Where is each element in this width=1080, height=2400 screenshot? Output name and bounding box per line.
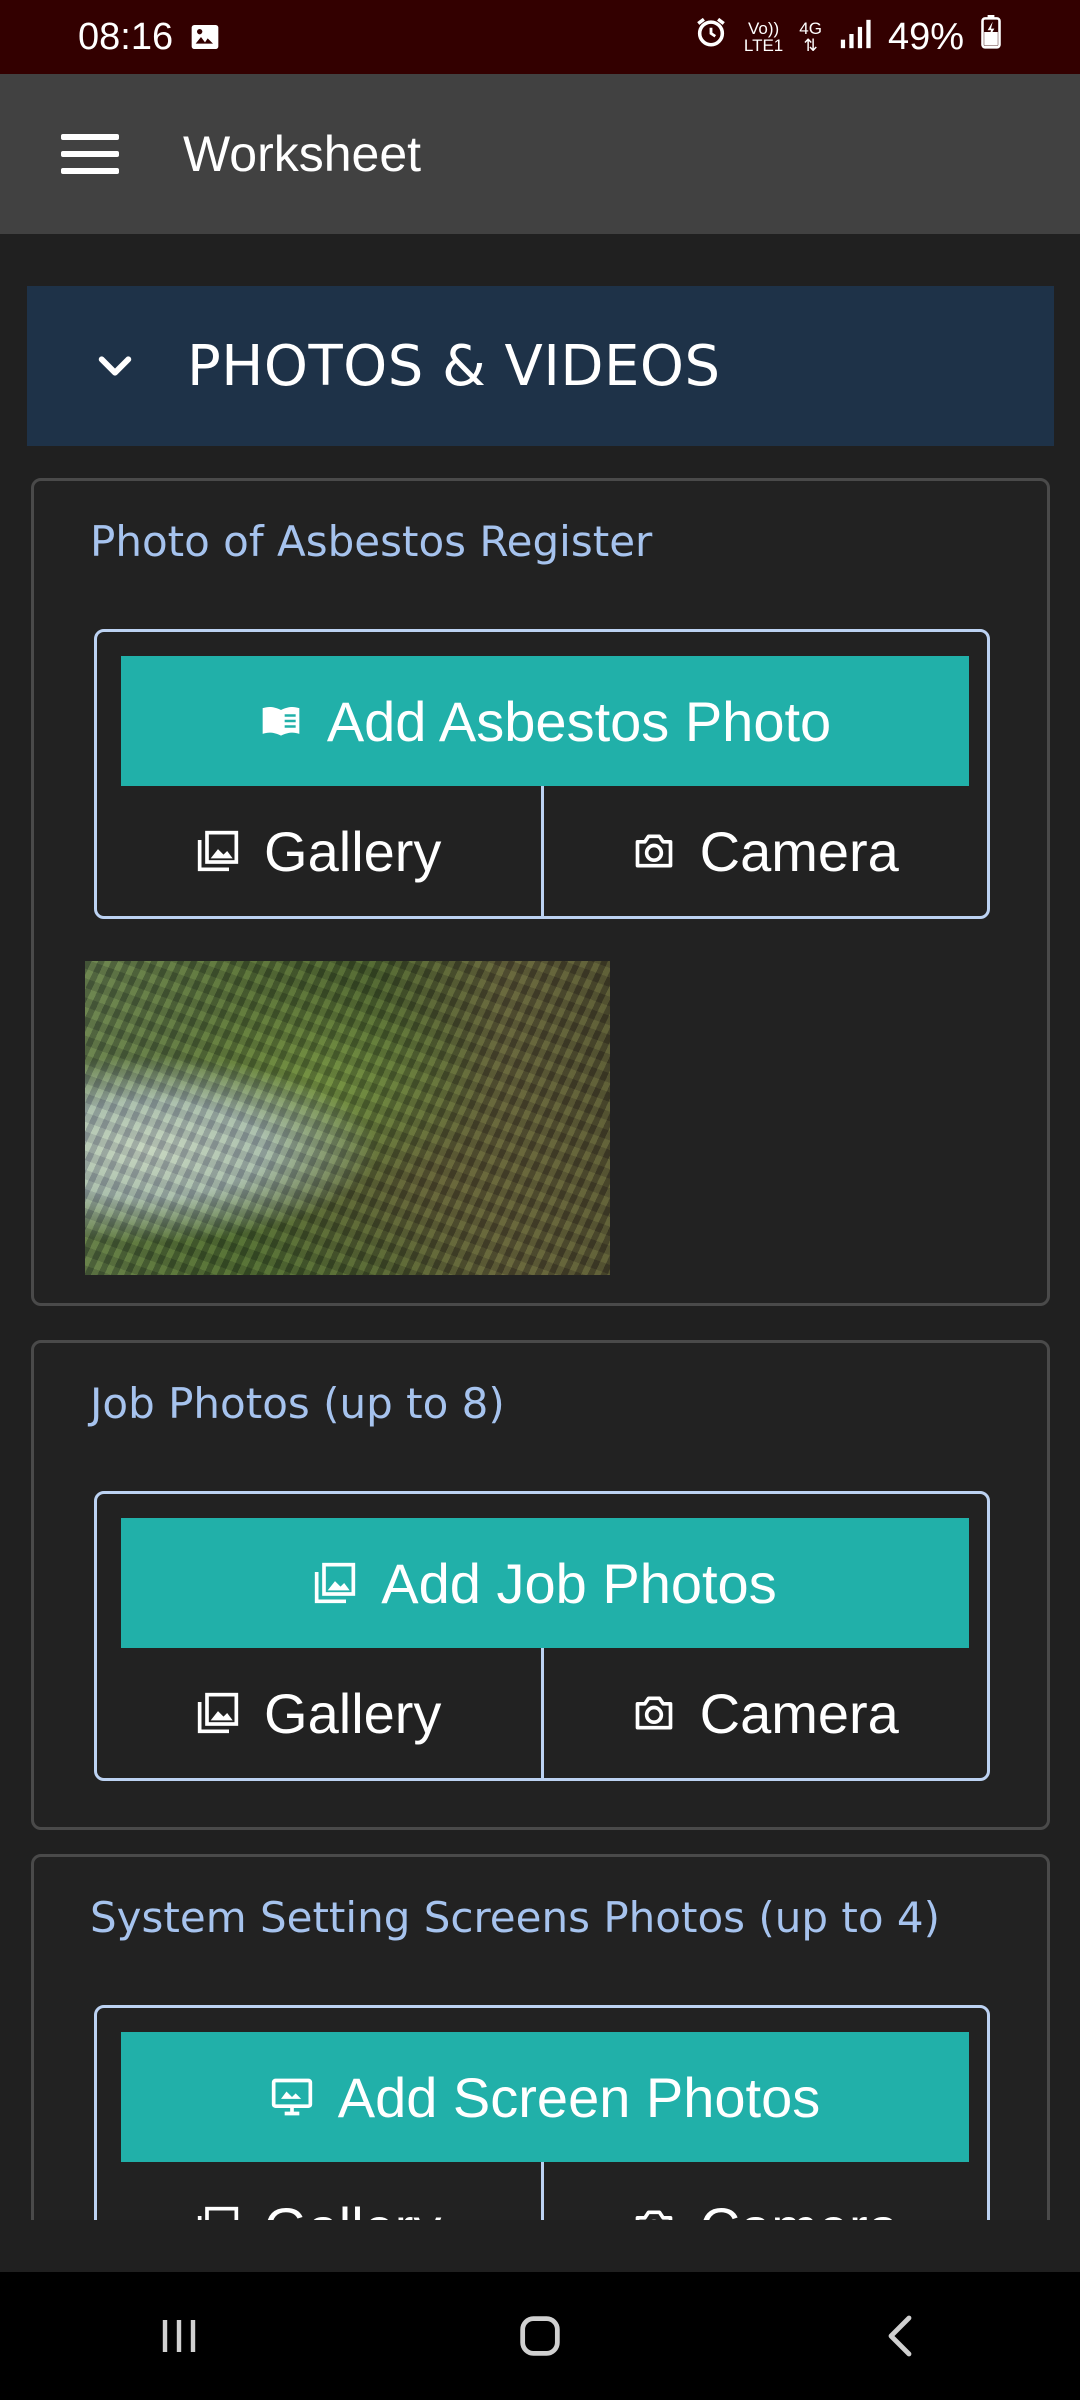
- source-row: Gallery Camera: [97, 786, 987, 916]
- back-icon[interactable]: [877, 2312, 925, 2360]
- source-row: Gallery Camera: [97, 2162, 987, 2220]
- signal-icon: [838, 16, 872, 59]
- camera-button[interactable]: Camera: [540, 2162, 988, 2221]
- camera-label: Camera: [700, 2195, 899, 2221]
- camera-icon: [632, 2205, 676, 2220]
- add-job-photos-button[interactable]: Add Job Photos: [121, 1518, 969, 1648]
- add-screen-photos-button[interactable]: Add Screen Photos: [121, 2032, 969, 2162]
- camera-button[interactable]: Camera: [540, 1648, 988, 1778]
- gallery-label: Gallery: [264, 2195, 441, 2221]
- photo-button-group: Add Job Photos Gallery Camera: [94, 1491, 990, 1781]
- images-icon: [313, 1561, 357, 1605]
- chevron-down-icon: [95, 346, 135, 386]
- status-time: 08:16: [78, 15, 174, 58]
- asbestos-photo-thumbnail[interactable]: [85, 961, 610, 1275]
- add-job-photos-label: Add Job Photos: [381, 1551, 777, 1615]
- card-title: Photo of Asbestos Register: [90, 517, 653, 566]
- section-header-photos-videos[interactable]: PHOTOS & VIDEOS: [27, 286, 1054, 446]
- monitor-icon: [270, 2075, 314, 2119]
- camera-label: Camera: [699, 1681, 899, 1745]
- data-arrows-icon: ⇅: [803, 36, 818, 55]
- gallery-button[interactable]: Gallery: [97, 2162, 541, 2220]
- hamburger-menu-icon[interactable]: [61, 134, 119, 174]
- photo-button-group: Add Asbestos Photo Gallery Camera: [94, 629, 990, 919]
- status-bar: 08:16 Vo)) LTE1 4G ⇅ 49%: [0, 0, 1080, 74]
- volte-top: Vo)): [747, 19, 780, 38]
- alarm-icon: [694, 15, 728, 59]
- book-open-icon: [259, 699, 303, 743]
- camera-icon: [632, 1691, 676, 1735]
- camera-label: Camera: [699, 819, 899, 883]
- camera-button[interactable]: Camera: [540, 786, 988, 916]
- gallery-button[interactable]: Gallery: [97, 786, 541, 916]
- page-title: Worksheet: [183, 126, 422, 182]
- battery-percent: 49%: [887, 15, 964, 58]
- gallery-icon: [196, 829, 240, 873]
- status-right: Vo)) LTE1 4G ⇅ 49%: [694, 15, 1002, 59]
- source-row: Gallery Camera: [97, 1648, 987, 1778]
- gallery-icon: [196, 2205, 240, 2220]
- network-label: 4G: [799, 19, 822, 38]
- battery-charging-icon: [980, 15, 1002, 59]
- gallery-icon: [196, 1691, 240, 1735]
- add-asbestos-photo-button[interactable]: Add Asbestos Photo: [121, 656, 969, 786]
- system-navigation-bar: [0, 2272, 1080, 2400]
- worksheet-content[interactable]: PHOTOS & VIDEOS Photo of Asbestos Regist…: [0, 234, 1080, 2220]
- home-icon[interactable]: [514, 2310, 566, 2362]
- status-left: 08:16: [78, 16, 221, 59]
- card-title: Job Photos (up to 8): [90, 1379, 505, 1428]
- gallery-label: Gallery: [264, 819, 442, 883]
- gallery-label: Gallery: [264, 1681, 442, 1745]
- volte-indicator: Vo)) LTE1: [744, 20, 783, 54]
- image-icon: [189, 21, 221, 53]
- volte-bottom: LTE1: [743, 36, 784, 55]
- card-system-setting-screens: System Setting Screens Photos (up to 4) …: [31, 1854, 1050, 2220]
- card-title: System Setting Screens Photos (up to 4): [90, 1893, 941, 1942]
- network-type: 4G ⇅: [799, 20, 822, 54]
- recent-apps-icon[interactable]: [155, 2312, 203, 2360]
- add-asbestos-photo-label: Add Asbestos Photo: [326, 689, 832, 753]
- card-asbestos-register: Photo of Asbestos Register Add Asbestos …: [31, 478, 1050, 1306]
- gallery-button[interactable]: Gallery: [97, 1648, 541, 1778]
- camera-icon: [632, 829, 676, 873]
- photo-button-group: Add Screen Photos Gallery Camera: [94, 2005, 990, 2220]
- add-screen-photos-label: Add Screen Photos: [337, 2065, 821, 2129]
- card-job-photos: Job Photos (up to 8) Add Job Photos Gall…: [31, 1340, 1050, 1830]
- app-bar: Worksheet: [0, 74, 1080, 234]
- section-title: PHOTOS & VIDEOS: [187, 333, 721, 399]
